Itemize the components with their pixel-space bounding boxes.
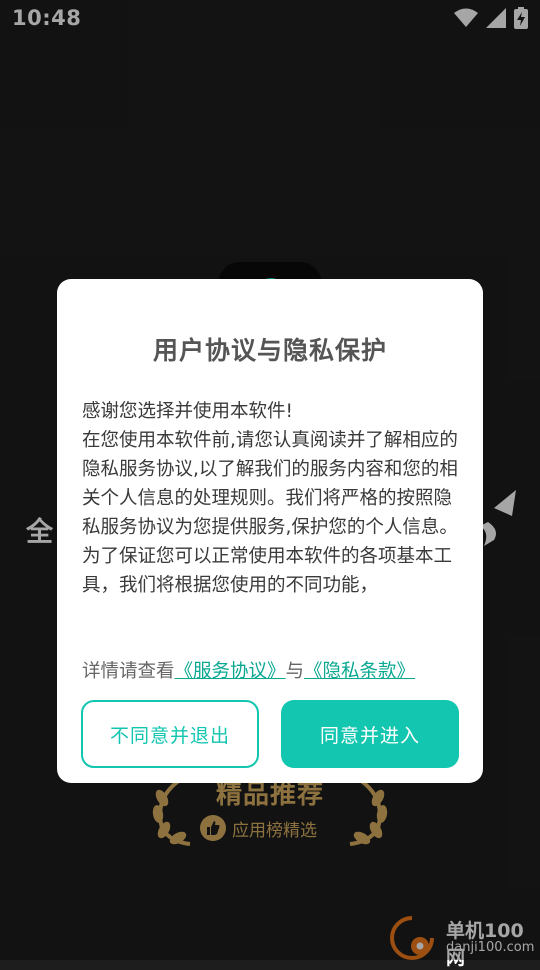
service-agreement-link[interactable]: 《服务协议》 [175, 661, 286, 682]
dialog-body[interactable]: 感谢您选择并使用本软件! 在您使用本软件前,请您认真阅读并了解相应的隐私服务协议… [82, 397, 462, 629]
dialog-paragraph: 为了保证您可以正常使用本软件的各项基本工具，我们将根据您使用的不同功能， [82, 546, 453, 596]
links-prefix: 详情请查看 [82, 661, 175, 682]
links-joiner: 与 [285, 661, 305, 682]
decline-exit-button[interactable]: 不同意并退出 [81, 700, 259, 768]
dialog-links-row: 详情请查看《服务协议》与《隐私条款》 [82, 657, 472, 687]
dialog-paragraph: 在您使用本软件前,请您认真阅读并了解相应的隐私服务协议,以了解我们的服务内容和您… [82, 430, 458, 538]
privacy-dialog: 用户协议与隐私保护 感谢您选择并使用本软件! 在您使用本软件前,请您认真阅读并了… [57, 279, 483, 783]
agree-enter-button[interactable]: 同意并进入 [281, 700, 459, 768]
dialog-paragraph: 感谢您选择并使用本软件! [82, 401, 293, 422]
dialog-title: 用户协议与隐私保护 [152, 336, 387, 365]
privacy-terms-link[interactable]: 《隐私条款》 [304, 661, 415, 682]
